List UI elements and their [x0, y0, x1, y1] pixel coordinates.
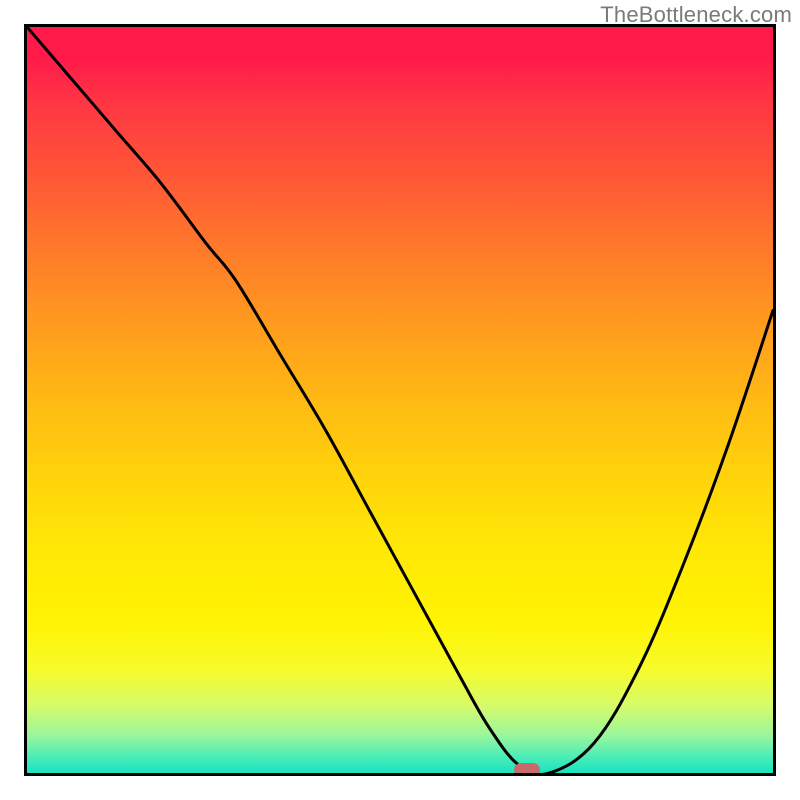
watermark-text: TheBottleneck.com: [600, 2, 792, 28]
plot-area: [24, 24, 776, 776]
bottleneck-curve-path: [27, 27, 773, 773]
bottleneck-chart: TheBottleneck.com: [0, 0, 800, 800]
curve-layer: [27, 27, 773, 773]
optimum-marker: [514, 763, 540, 776]
